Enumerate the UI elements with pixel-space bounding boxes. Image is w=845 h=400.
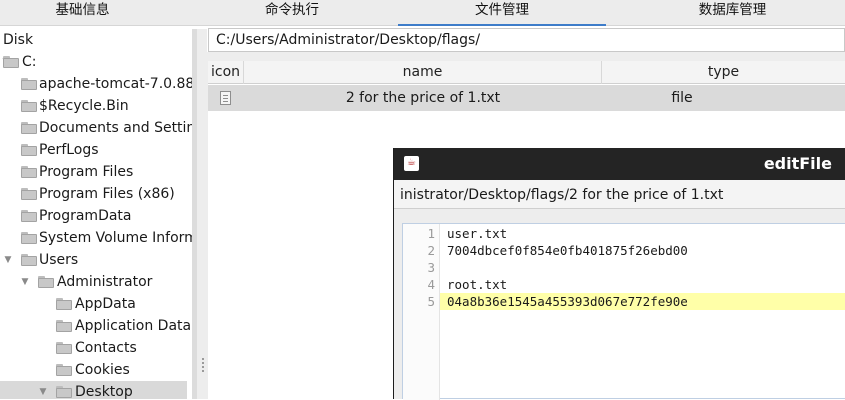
tree-item-programdata[interactable]: ProgramData [0,205,192,227]
tree-item-system-volume-information[interactable]: System Volume Information [0,227,192,249]
line-content: user.txt [447,226,508,241]
line-number: 3 [427,260,435,275]
folder-icon [21,188,37,200]
tab-basic-info[interactable]: 基础信息 [0,0,165,26]
tree-item-label: Contacts [75,340,137,356]
folder-icon [56,364,72,376]
line-number: 4 [427,277,435,292]
table-row[interactable]: 2 for the price of 1.txt file [208,85,845,111]
tree-item-documents-and-settings[interactable]: Documents and Settings [0,117,192,139]
tree-item-application-data[interactable]: Application Data [0,315,192,337]
table-cell-name: 2 for the price of 1.txt [345,90,501,106]
java-app-icon: ☕ [404,156,419,171]
tree-item-c-drive[interactable]: ▼ C: [0,51,192,73]
folder-icon [21,144,37,156]
dialog-title: editFile [763,154,832,173]
tree-item-label: Program Files [39,164,134,180]
tree-item-label: Application Data [75,318,192,334]
folder-open-icon [21,254,37,266]
column-header-icon[interactable]: icon [208,61,244,84]
folder-icon [21,166,37,178]
dialog-file-path[interactable]: inistrator/Desktop/flags/2 for the price… [394,180,845,209]
tree-item-cookies[interactable]: Cookies [0,359,192,381]
folder-open-icon [38,276,54,288]
folder-icon [21,122,37,134]
tree-item-contacts[interactable]: Contacts [0,337,192,359]
folder-open-icon [56,386,72,398]
code-editor[interactable]: 1 user.txt 2 7004dbcef0f854e0fb401875f26… [402,223,845,400]
folder-open-icon [3,56,19,68]
tree-root-disk[interactable]: Disk [0,29,192,51]
tree-item-label: Disk [3,32,34,48]
folder-icon [56,298,72,310]
expand-arrow-icon[interactable]: ▼ [37,381,49,399]
line-content: 7004dbcef0f854e0fb401875f26ebd00 [447,243,688,258]
tree-item-desktop[interactable]: ▼ Desktop [0,381,187,399]
column-header-name[interactable]: name [244,61,602,84]
line-number: 2 [427,243,435,258]
table-header: icon name type [208,61,845,84]
tree-item-label: ProgramData [39,208,132,224]
tree-item-recycle-bin[interactable]: $Recycle.Bin [0,95,192,117]
text-file-icon [220,91,231,105]
tree-item-program-files-x86[interactable]: Program Files (x86) [0,183,192,205]
tab-command-exec[interactable]: 命令执行 [198,0,386,26]
edit-file-dialog: ☕ editFile inistrator/Desktop/flags/2 fo… [393,148,845,400]
tree-item-label: Program Files (x86) [39,186,175,202]
tree-item-label: AppData [75,296,136,312]
folder-icon [21,232,37,244]
tree-item-program-files[interactable]: Program Files [0,161,192,183]
tree-item-apache-tomcat[interactable]: apache-tomcat-7.0.88 [0,73,192,95]
tab-file-manager[interactable]: 文件管理 [398,0,606,26]
expand-arrow-icon[interactable]: ▼ [2,249,14,271]
editor-line: 1 user.txt [403,225,845,242]
tree-item-label: Administrator [57,274,153,290]
pane-splitter[interactable] [197,29,207,399]
tree-item-label: Desktop [75,384,133,399]
editor-current-line: 5 04a8b36e1545a455393d067e772fe90e [403,293,845,310]
line-content: 04a8b36e1545a455393d067e772fe90e [447,294,688,309]
line-number: 1 [427,226,435,241]
directory-tree: Disk ▼ C: apache-tomcat-7.0.88 $Recycle.… [0,29,192,399]
tree-item-label: C: [22,54,37,70]
tree-item-label: apache-tomcat-7.0.88 [39,76,192,92]
tree-item-users[interactable]: ▼ Users [0,249,192,271]
tree-item-label: Users [39,252,79,268]
folder-icon [56,320,72,332]
expand-arrow-icon[interactable]: ▼ [19,271,31,293]
path-input[interactable] [208,28,845,52]
tree-item-perflogs[interactable]: PerfLogs [0,139,192,161]
folder-icon [56,342,72,354]
tree-item-label: System Volume Information [39,230,192,246]
editor-line: 2 7004dbcef0f854e0fb401875f26ebd00 [403,242,845,259]
column-header-type[interactable]: type [602,61,845,84]
dialog-title-bar[interactable]: ☕ editFile [394,148,845,180]
tree-item-label: $Recycle.Bin [39,98,129,114]
tab-database-manager[interactable]: 数据库管理 [620,0,845,26]
table-cell-icon [208,85,244,111]
line-content: root.txt [447,277,508,292]
tree-item-label: PerfLogs [39,142,99,158]
tree-item-label: Cookies [75,362,130,378]
folder-icon [21,100,37,112]
splitter-grip-icon[interactable] [202,358,204,372]
tree-item-appdata[interactable]: AppData [0,293,192,315]
folder-icon [21,78,37,90]
line-number: 5 [427,294,435,309]
tree-item-administrator[interactable]: ▼ Administrator [0,271,192,293]
editor-line: 4 root.txt [403,276,845,293]
main-tab-bar: 基础信息 命令执行 文件管理 数据库管理 [0,0,845,26]
editor-line: 3 [403,259,845,276]
tree-item-label: Documents and Settings [39,120,192,136]
folder-icon [21,210,37,222]
table-cell-type: file [671,90,693,106]
